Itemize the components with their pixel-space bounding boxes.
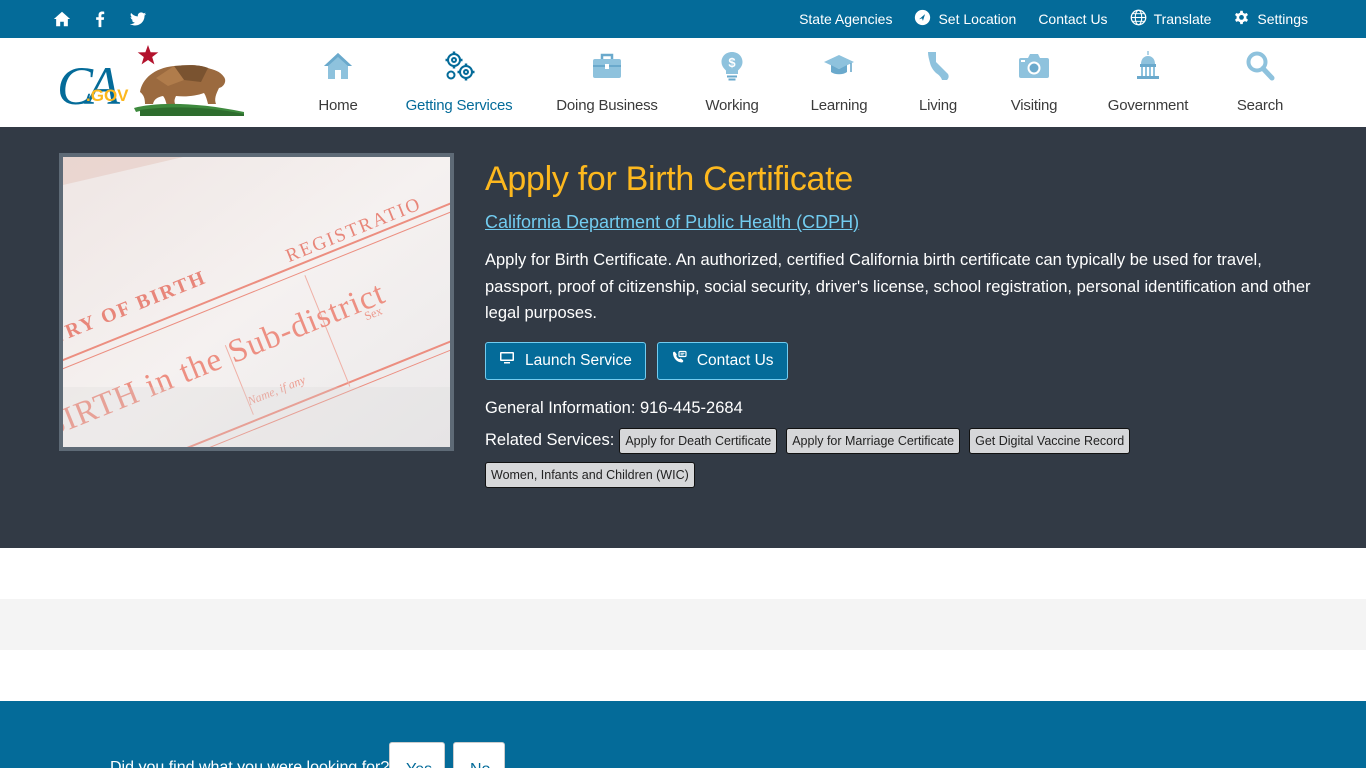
state-agencies-link[interactable]: State Agencies [799,11,892,27]
california-state-icon [922,50,954,87]
feedback-question: Did you find what you were looking for? [110,759,390,768]
nav-doing-business[interactable]: Doing Business [556,50,658,120]
translate-link[interactable]: Translate [1130,9,1212,29]
nav-home-label: Home [318,97,358,114]
home-icon[interactable] [53,10,71,28]
set-location-label: Set Location [938,11,1017,27]
svg-text:$: $ [728,55,736,70]
utility-bar: State Agencies Set Location Contact Us T… [0,0,1366,38]
capitol-icon [1132,50,1164,87]
ca-gov-logo[interactable]: CA .GOV [56,44,246,116]
related-service-tag[interactable]: Women, Infants and Children (WIC) [485,461,695,488]
nav-search[interactable]: Search [1236,50,1284,120]
nav-living-label: Living [919,97,957,114]
svg-text:.GOV: .GOV [86,86,129,105]
twitter-icon[interactable] [129,10,147,28]
nav-working-label: Working [705,97,759,114]
launch-service-button[interactable]: Launch Service [485,341,646,380]
settings-link[interactable]: Settings [1233,9,1308,29]
location-icon [914,9,931,29]
nav-government-label: Government [1107,97,1189,114]
department-link[interactable]: California Department of Public Health (… [485,212,859,233]
service-actions: Launch Service Contact Us [485,341,1315,380]
spacer-band [0,650,1366,701]
nav-living[interactable]: Living [916,50,960,120]
facebook-icon[interactable] [91,10,109,28]
feedback-no-button[interactable]: No [453,742,505,768]
service-hero: ENTRY OF BIRTH REGISTRATIO BIRTH in the … [0,127,1366,548]
related-service-tag[interactable]: Apply for Marriage Certificate [786,427,961,454]
nav-government[interactable]: Government [1108,50,1188,120]
nav-getting-services[interactable]: Getting Services [405,50,513,120]
monitor-icon [499,350,515,371]
feedback-yes-button[interactable]: Yes [389,742,445,768]
nav-home[interactable]: Home [316,50,360,120]
graduation-cap-icon [823,50,855,87]
related-service-tag[interactable]: Apply for Death Certificate [619,427,778,454]
related-services-label: Related Services: [485,431,615,449]
house-icon [322,50,354,87]
nav-learning[interactable]: Learning [810,50,868,120]
nav-visiting-label: Visiting [1010,97,1058,114]
globe-icon [1130,9,1147,29]
translate-label: Translate [1153,11,1212,27]
set-location-link[interactable]: Set Location [914,9,1016,29]
contact-us-link[interactable]: Contact Us [1038,11,1107,27]
phone-chat-icon [671,350,687,371]
general-information: General Information: 916-445-2684 [485,398,743,417]
service-description: Apply for Birth Certificate. An authoriz… [485,251,1311,322]
contact-us-label: Contact Us [696,351,774,369]
settings-label: Settings [1257,11,1308,27]
related-services: Related Services: Apply for Death Certif… [485,427,1185,488]
nav-search-label: Search [1236,97,1284,114]
nav-doing-business-label: Doing Business [556,97,658,114]
feedback-footer: Did you find what you were looking for? … [0,701,1366,768]
state-agencies-label: State Agencies [799,11,893,27]
launch-service-label: Launch Service [525,351,632,369]
site-header: CA .GOV Home Getting Services Doing Busi… [0,38,1366,127]
spacer-band-gray [0,599,1366,650]
service-title: Apply for Birth Certificate [485,160,853,198]
spacer-band [0,548,1366,599]
nav-learning-label: Learning [810,97,868,114]
birth-certificate-photo: ENTRY OF BIRTH REGISTRATIO BIRTH in the … [59,153,454,451]
nav-visiting[interactable]: Visiting [1008,50,1060,120]
nav-working[interactable]: $ Working [704,50,760,120]
camera-icon [1018,50,1050,87]
gear-icon [1233,9,1250,29]
contact-us-label: Contact Us [1038,11,1108,27]
contact-us-button[interactable]: Contact Us [656,341,788,380]
lightbulb-dollar-icon: $ [716,50,748,87]
related-service-tag[interactable]: Get Digital Vaccine Record [969,427,1131,454]
gears-icon [443,50,475,87]
search-icon [1244,50,1276,87]
briefcase-icon [591,50,623,87]
nav-getting-services-label: Getting Services [405,97,513,114]
service-content: Apply for Birth Certificate California D… [485,157,1315,488]
